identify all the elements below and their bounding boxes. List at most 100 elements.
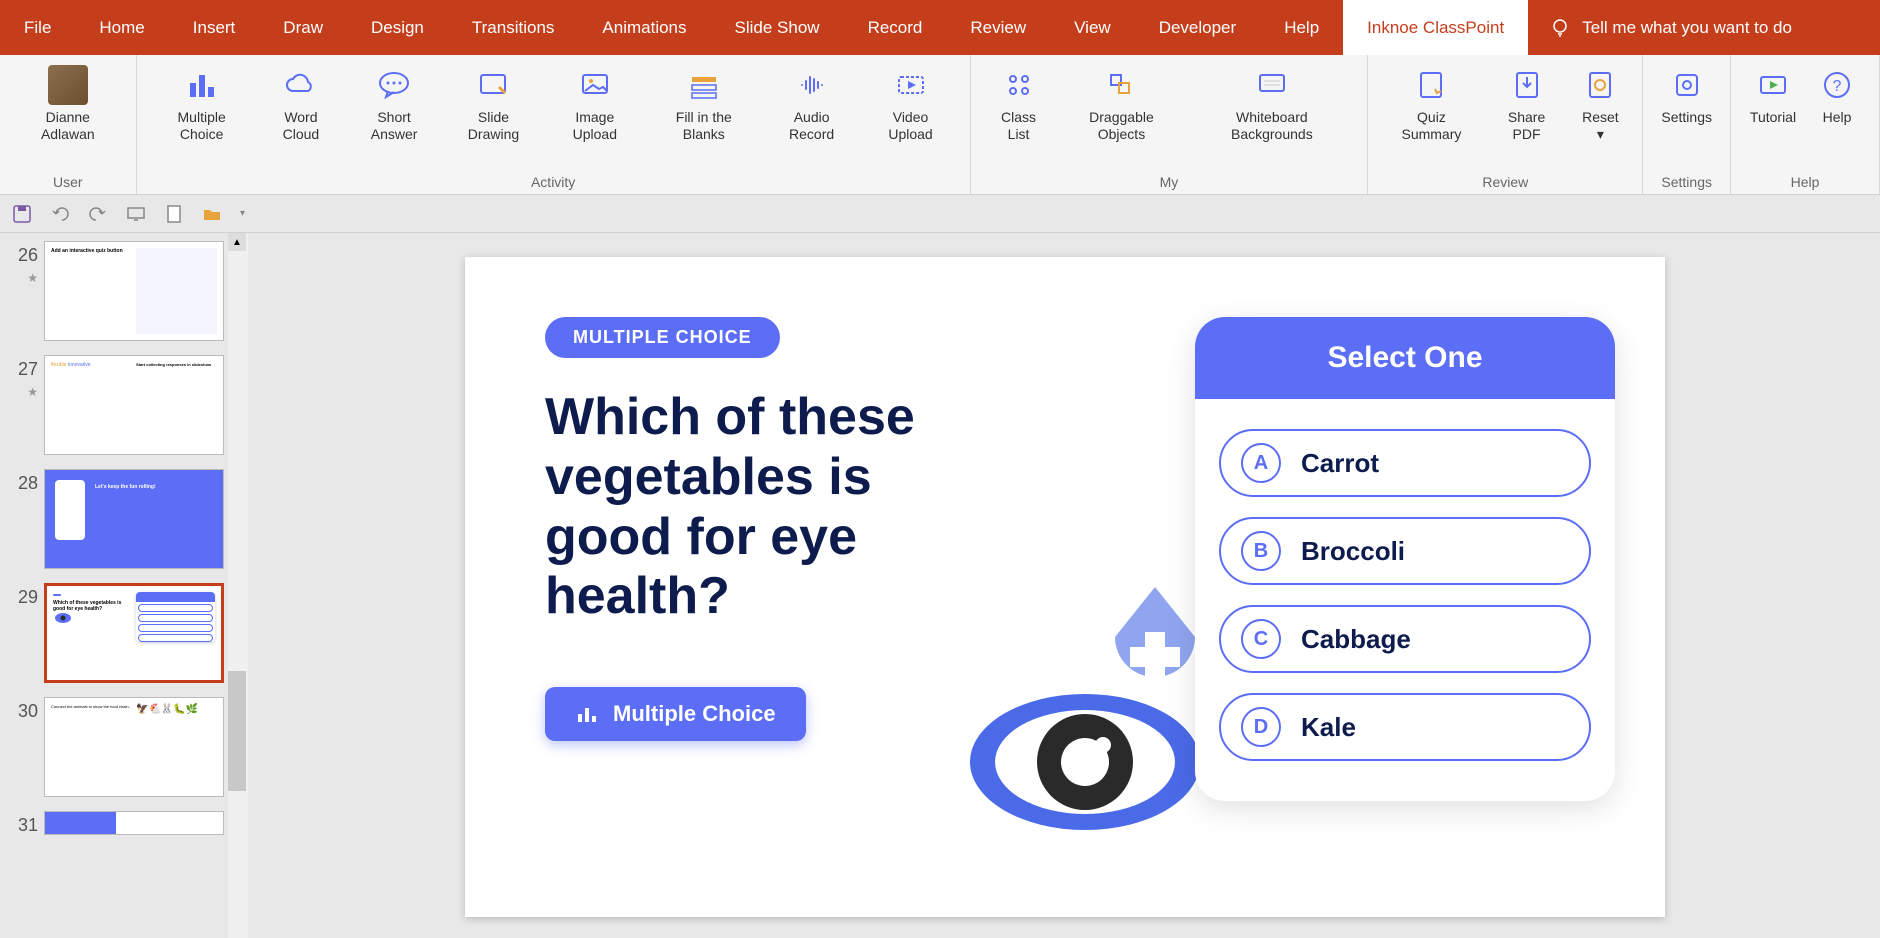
scroll-thumb[interactable]	[228, 671, 246, 791]
slide-thumb-26[interactable]: 26★ Add an interactive quiz button	[4, 241, 246, 341]
answer-letter: B	[1241, 531, 1281, 571]
settings-button[interactable]: Settings	[1655, 61, 1718, 170]
ribbon-group-label-settings: Settings	[1661, 174, 1712, 190]
scroll-up-icon[interactable]: ▲	[228, 233, 246, 251]
speech-bubble-icon	[374, 65, 414, 105]
ribbon-group-activity: Multiple Choice Word Cloud Short Answer …	[137, 55, 971, 194]
slide-canvas[interactable]: MULTIPLE CHOICE Which of these vegetable…	[465, 257, 1665, 917]
people-icon	[999, 65, 1039, 105]
reset-button[interactable]: Reset▾	[1570, 61, 1630, 170]
undo-icon[interactable]	[50, 204, 70, 224]
bar-chart-icon	[182, 65, 222, 105]
answer-panel: Select One A Carrot B Broccoli C Cabbage	[1195, 317, 1615, 801]
slide-thumb-30[interactable]: 30 Connect the animals to show the food …	[4, 697, 246, 797]
slide-thumb-29[interactable]: 29 Which of these vegetables is good for…	[4, 583, 246, 683]
image-icon	[575, 65, 615, 105]
menubar: File Home Insert Draw Design Transitions…	[0, 0, 1880, 55]
multiple-choice-activity-button[interactable]: Multiple Choice	[545, 687, 806, 741]
menu-animations[interactable]: Animations	[578, 0, 710, 55]
multiple-choice-button[interactable]: Multiple Choice	[149, 61, 255, 170]
video-upload-button[interactable]: Video Upload	[863, 61, 957, 170]
short-answer-button[interactable]: Short Answer	[347, 61, 441, 170]
draggable-objects-button[interactable]: Draggable Objects	[1058, 61, 1184, 170]
slides-panel: 26★ Add an interactive quiz button 27★ f…	[0, 233, 250, 938]
audio-record-button[interactable]: Audio Record	[764, 61, 859, 170]
menu-insert[interactable]: Insert	[169, 0, 260, 55]
save-icon[interactable]	[12, 204, 32, 224]
menu-help[interactable]: Help	[1260, 0, 1343, 55]
avatar	[48, 65, 88, 105]
menu-developer[interactable]: Developer	[1135, 0, 1261, 55]
main-area: 26★ Add an interactive quiz button 27★ f…	[0, 233, 1880, 938]
question-icon: ?	[1817, 65, 1857, 105]
help-button[interactable]: ? Help	[1807, 61, 1867, 170]
menu-file[interactable]: File	[0, 0, 75, 55]
answer-option-c[interactable]: C Cabbage	[1219, 605, 1591, 673]
word-cloud-button[interactable]: Word Cloud	[259, 61, 343, 170]
gear-icon	[1667, 65, 1707, 105]
quiz-summary-button[interactable]: Quiz Summary	[1380, 61, 1483, 170]
answer-option-d[interactable]: D Kale	[1219, 693, 1591, 761]
slide-canvas-area: MULTIPLE CHOICE Which of these vegetable…	[250, 233, 1880, 938]
video-icon	[891, 65, 931, 105]
ribbon-group-review: Quiz Summary Share PDF Reset▾ Review	[1368, 55, 1643, 194]
menu-slideshow[interactable]: Slide Show	[711, 0, 844, 55]
ribbon-group-label-my: My	[1160, 174, 1179, 190]
drawing-icon	[473, 65, 513, 105]
pdf-icon	[1507, 65, 1547, 105]
answer-text: Cabbage	[1301, 624, 1411, 655]
user-profile-button[interactable]: Dianne Adlawan	[12, 61, 124, 170]
slide-drawing-button[interactable]: Slide Drawing	[445, 61, 542, 170]
ribbon-group-label-review: Review	[1482, 174, 1528, 190]
ribbon-group-label-user: User	[53, 174, 83, 190]
bar-chart-small-icon	[575, 702, 599, 726]
svg-text:?: ?	[1833, 78, 1842, 95]
menu-review[interactable]: Review	[946, 0, 1050, 55]
user-name: Dianne Adlawan	[18, 109, 118, 143]
image-upload-button[interactable]: Image Upload	[546, 61, 644, 170]
whiteboard-backgrounds-button[interactable]: Whiteboard Backgrounds	[1189, 61, 1356, 170]
menu-inknoe-classpoint[interactable]: Inknoe ClassPoint	[1343, 0, 1528, 55]
ribbon-group-my: Class List Draggable Objects Whiteboard …	[971, 55, 1368, 194]
tell-me-search[interactable]: Tell me what you want to do	[1548, 16, 1792, 40]
share-pdf-button[interactable]: Share PDF	[1487, 61, 1567, 170]
ribbon-group-label-help: Help	[1791, 174, 1820, 190]
menu-transitions[interactable]: Transitions	[448, 0, 579, 55]
qa-dropdown-icon[interactable]: ▾	[240, 208, 245, 219]
ribbon: Dianne Adlawan User Multiple Choice Word…	[0, 55, 1880, 195]
tutorial-button[interactable]: Tutorial	[1743, 61, 1803, 170]
fill-blanks-button[interactable]: Fill in the Blanks	[648, 61, 760, 170]
ribbon-group-settings: Settings Settings	[1643, 55, 1731, 194]
menu-view[interactable]: View	[1050, 0, 1135, 55]
answer-letter: A	[1241, 443, 1281, 483]
menu-record[interactable]: Record	[844, 0, 947, 55]
ribbon-group-help: Tutorial ? Help Help	[1731, 55, 1880, 194]
menu-draw[interactable]: Draw	[259, 0, 347, 55]
ribbon-group-user: Dianne Adlawan User	[0, 55, 137, 194]
present-icon[interactable]	[126, 204, 146, 224]
play-icon	[1753, 65, 1793, 105]
slide-thumb-27[interactable]: 27★ flexible innovativeStart collecting …	[4, 355, 246, 455]
multiple-choice-badge: MULTIPLE CHOICE	[545, 317, 780, 358]
slide-thumb-28[interactable]: 28 Let's keep the fun rolling!	[4, 469, 246, 569]
menu-design[interactable]: Design	[347, 0, 448, 55]
redo-icon[interactable]	[88, 204, 108, 224]
class-list-button[interactable]: Class List	[983, 61, 1055, 170]
reset-icon	[1580, 65, 1620, 105]
document-star-icon	[1411, 65, 1451, 105]
answer-option-b[interactable]: B Broccoli	[1219, 517, 1591, 585]
tell-me-label: Tell me what you want to do	[1582, 18, 1792, 38]
open-folder-icon[interactable]	[202, 204, 222, 224]
form-icon	[684, 65, 724, 105]
ribbon-group-label-activity: Activity	[531, 174, 575, 190]
answer-option-a[interactable]: A Carrot	[1219, 429, 1591, 497]
quick-access-toolbar: ▾	[0, 195, 1880, 233]
question-text: Which of these vegetables is good for ey…	[545, 388, 1005, 627]
audio-wave-icon	[792, 65, 832, 105]
scrollbar[interactable]: ▲	[228, 233, 248, 938]
medical-plus-icon	[1105, 587, 1205, 707]
menu-home[interactable]: Home	[75, 0, 168, 55]
slide-thumb-31[interactable]: 31	[4, 811, 246, 836]
new-file-icon[interactable]	[164, 204, 184, 224]
answer-letter: C	[1241, 619, 1281, 659]
